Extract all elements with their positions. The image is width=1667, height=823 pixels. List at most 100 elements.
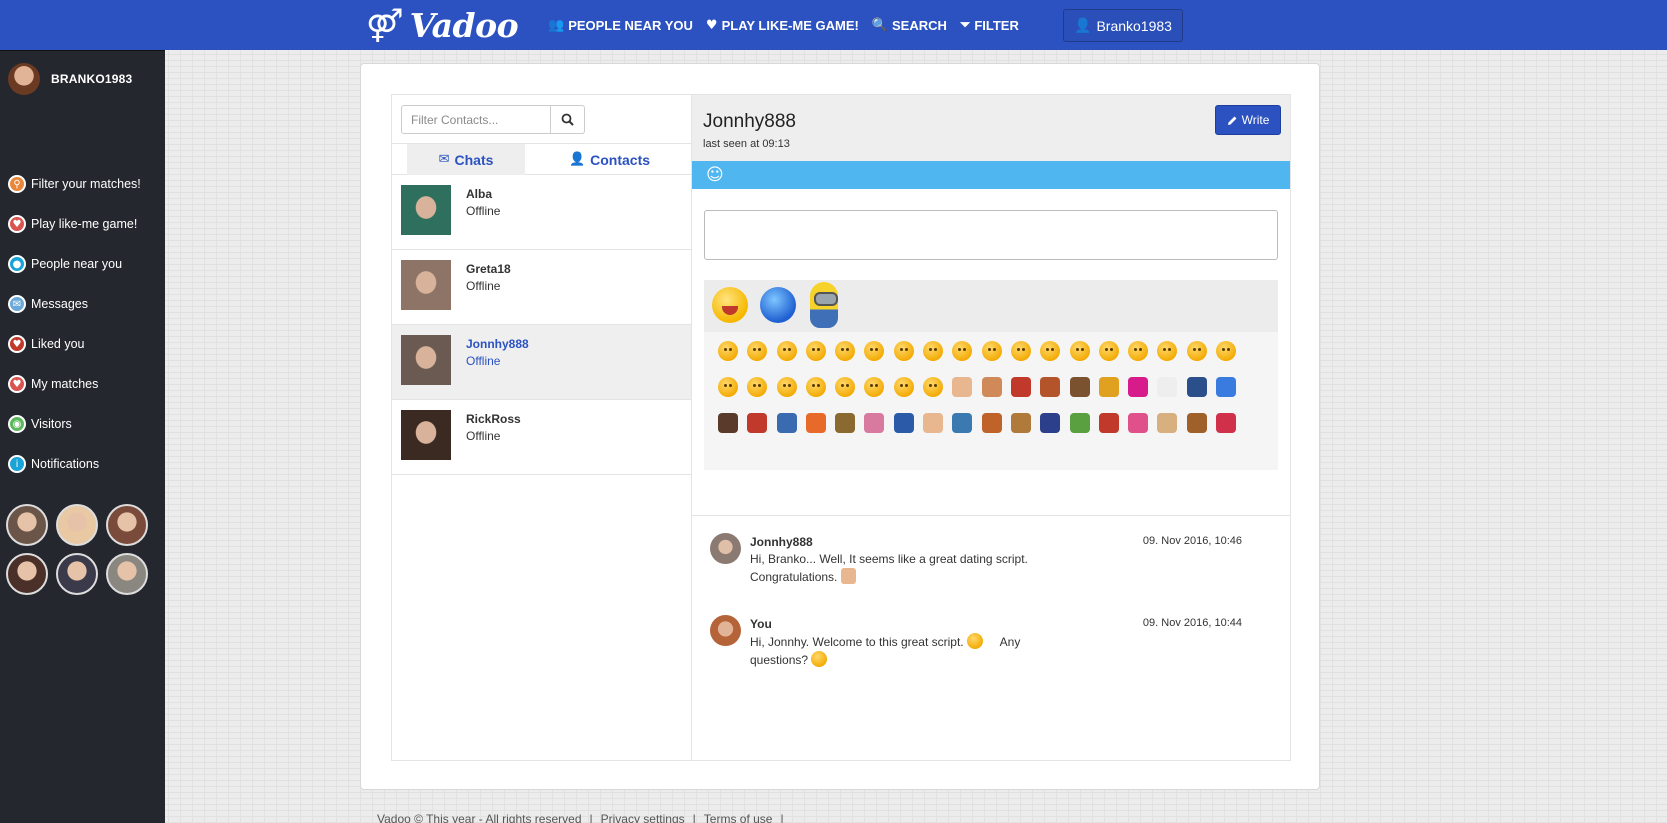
emoji-icon[interactable] [805, 377, 826, 397]
tab-contacts[interactable]: 👤 Contacts [532, 144, 687, 175]
emoji-icon[interactable] [1040, 413, 1061, 433]
emoji-icon[interactable] [718, 377, 738, 397]
emoji-icon[interactable] [1216, 413, 1237, 433]
emoji-icon[interactable] [1128, 413, 1149, 433]
emoji-icon[interactable] [1040, 377, 1061, 397]
emoji-icon[interactable] [893, 341, 914, 361]
emoji-category-minion-icon[interactable] [810, 282, 838, 328]
message-avatar[interactable] [710, 533, 741, 564]
emoji-icon[interactable] [835, 413, 856, 433]
emoji-icon[interactable] [776, 413, 797, 433]
emoji-icon[interactable] [952, 377, 973, 397]
profile-thumbnail[interactable] [106, 504, 148, 546]
emoji-icon[interactable] [1157, 341, 1178, 361]
contact-item[interactable]: Alba Offline [392, 175, 691, 250]
emoji-icon[interactable] [776, 377, 797, 397]
sidebar-item-label: Filter your matches! [31, 177, 141, 191]
emoji-icon[interactable] [864, 377, 885, 397]
emoji-icon[interactable] [835, 341, 856, 361]
emoji-icon[interactable] [1186, 377, 1207, 397]
emoji-icon[interactable] [1040, 341, 1061, 361]
sidebar-user[interactable]: BRANKO1983 [8, 63, 132, 95]
nav-search[interactable]: 🔍 SEARCH [872, 18, 947, 33]
contact-status: Offline [466, 204, 501, 218]
nav-people-near-you[interactable]: 👥 PEOPLE NEAR YOU [548, 18, 693, 33]
sidebar-item-notifications[interactable]: i Notifications [8, 444, 158, 484]
emoji-icon[interactable] [1157, 413, 1178, 433]
contact-item[interactable]: Greta18 Offline [392, 250, 691, 325]
emoji-icon[interactable] [893, 377, 914, 397]
profile-thumbnail[interactable] [6, 504, 48, 546]
user-menu-button[interactable]: 👤 Branko1983 [1063, 9, 1183, 42]
emoji-icon[interactable] [805, 413, 826, 433]
emoji-icon[interactable] [835, 377, 856, 397]
emoji-icon[interactable] [747, 341, 768, 361]
emoji-icon[interactable] [1216, 377, 1237, 397]
emoji-icon[interactable] [1216, 341, 1237, 361]
emoji-icon[interactable] [1010, 377, 1031, 397]
message-avatar[interactable] [710, 615, 741, 646]
contact-name: RickRoss [466, 412, 521, 426]
nav-filter[interactable]: ⏷ FILTER [960, 18, 1019, 33]
sidebar-item-play-like-me-game[interactable]: ♥ Play like-me game! [8, 204, 158, 244]
emoji-icon[interactable] [923, 341, 944, 361]
sidebar-item-messages[interactable]: ✉ Messages [8, 284, 158, 324]
emoji-icon[interactable] [1069, 377, 1090, 397]
emoji-icon[interactable] [1157, 377, 1178, 397]
sidebar-item-people-near-you[interactable]: ● People near you [8, 244, 158, 284]
emoji-category-blue-face-icon[interactable] [760, 287, 796, 323]
contact-item[interactable]: RickRoss Offline [392, 400, 691, 475]
emoji-icon[interactable] [1010, 413, 1031, 433]
smiley-toggle-icon[interactable]: ☺ [706, 165, 724, 185]
emoji-icon[interactable] [1128, 377, 1149, 397]
emoji-icon[interactable] [981, 413, 1002, 433]
write-button[interactable]: Write [1215, 105, 1281, 135]
emoji-icon[interactable] [1186, 341, 1207, 361]
emoji-icon[interactable] [718, 413, 738, 433]
emoji-category-smiley-icon[interactable] [712, 287, 748, 323]
profile-thumbnail[interactable] [56, 504, 98, 546]
emoji-icon[interactable] [1069, 413, 1090, 433]
emoji-icon[interactable] [718, 341, 738, 361]
emoji-icon[interactable] [864, 413, 885, 433]
sidebar-item-my-matches[interactable]: ♥ My matches [8, 364, 158, 404]
emoji-icon[interactable] [1098, 413, 1119, 433]
emoji-icon[interactable] [893, 413, 914, 433]
emoji-icon[interactable] [1128, 341, 1149, 361]
emoji-icon[interactable] [1098, 341, 1119, 361]
recent-profiles [6, 504, 148, 595]
emoji-icon[interactable] [923, 377, 944, 397]
sidebar-item-filter-your-matches[interactable]: ⚲ Filter your matches! [8, 164, 158, 204]
profile-thumbnail[interactable] [6, 553, 48, 595]
emoji-icon[interactable] [981, 341, 1002, 361]
contact-item[interactable]: Jonnhy888 Offline [392, 325, 691, 400]
profile-thumbnail[interactable] [106, 553, 148, 595]
emoji-icon[interactable] [1010, 341, 1031, 361]
emoji-icon[interactable] [747, 377, 768, 397]
sidebar-item-liked-you[interactable]: ♥ Liked you [8, 324, 158, 364]
divider [692, 515, 1290, 516]
terms-of-use-link[interactable]: Terms of use [704, 812, 773, 823]
profile-thumbnail[interactable] [56, 553, 98, 595]
privacy-settings-link[interactable]: Privacy settings [601, 812, 685, 823]
emoji-icon[interactable] [923, 413, 944, 433]
emoji-icon[interactable] [747, 413, 768, 433]
tab-chats[interactable]: ✉ Chats [407, 144, 525, 175]
brand-logo[interactable]: ⚤ Vadoo [366, 6, 519, 45]
message-input[interactable] [704, 210, 1278, 260]
filter-search-button[interactable] [551, 105, 585, 134]
emoji-icon[interactable] [1069, 341, 1090, 361]
filter-contacts-input[interactable] [401, 105, 551, 134]
sidebar-item-visitors[interactable]: ◉ Visitors [8, 404, 158, 444]
emoji-icon[interactable] [1098, 377, 1119, 397]
emoji-icon[interactable] [805, 341, 826, 361]
users-icon: 👥 [548, 17, 565, 33]
message-text: Hi, Branko... Well, It seems like a grea… [750, 551, 1040, 586]
emoji-icon[interactable] [952, 413, 973, 433]
emoji-icon[interactable] [981, 377, 1002, 397]
emoji-icon[interactable] [776, 341, 797, 361]
emoji-icon[interactable] [1186, 413, 1207, 433]
emoji-icon[interactable] [864, 341, 885, 361]
emoji-icon[interactable] [952, 341, 973, 361]
nav-play-like-me-game[interactable]: ♥ PLAY LIKE-ME GAME! [706, 18, 859, 33]
